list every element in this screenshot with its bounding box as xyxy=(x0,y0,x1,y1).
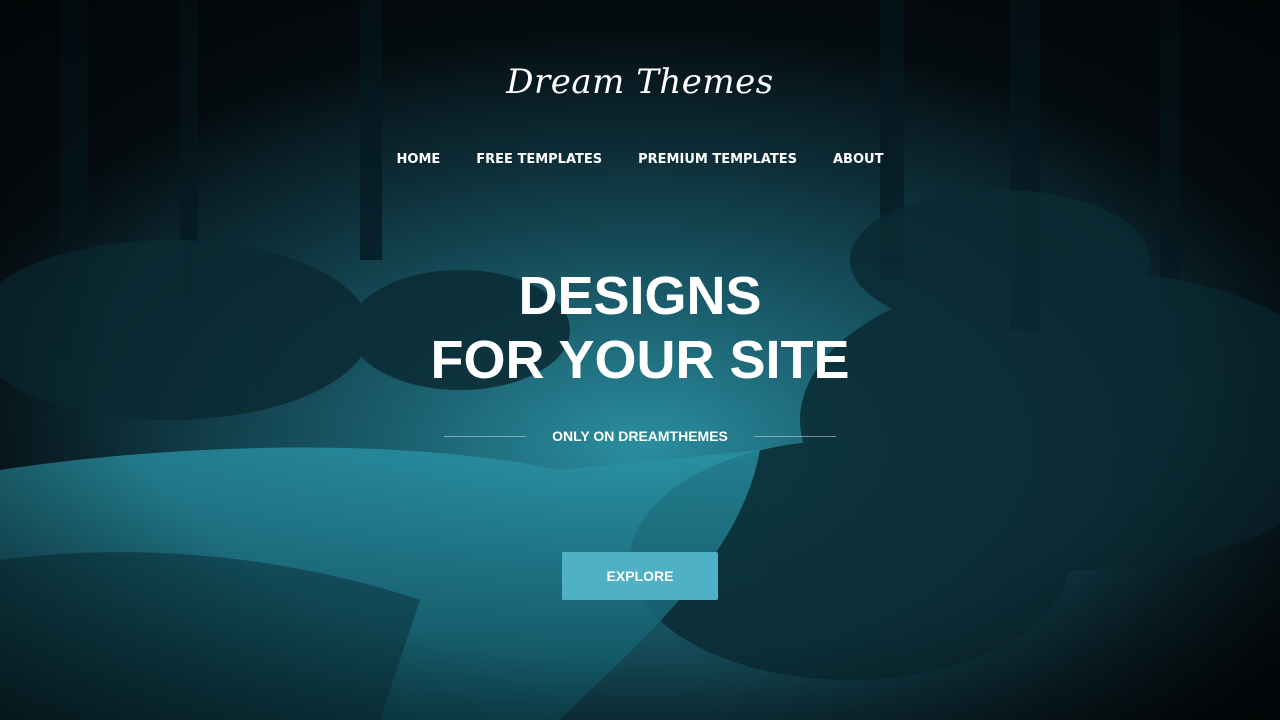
headline-line-1: DESIGNS xyxy=(518,266,762,326)
nav-item-free-templates[interactable]: FREE TEMPLATES xyxy=(476,152,602,167)
hero-headline: DESIGNS FOR YOUR SITE xyxy=(0,264,1280,392)
brand-logo[interactable]: Dream Themes xyxy=(0,62,1280,102)
nav-item-about[interactable]: ABOUT xyxy=(833,152,883,167)
headline-line-2: FOR YOUR SITE xyxy=(430,330,850,390)
hero-section: Dream Themes HOME FREE TEMPLATES PREMIUM… xyxy=(0,0,1280,720)
nav-item-premium-templates[interactable]: PREMIUM TEMPLATES xyxy=(638,152,797,167)
divider-left xyxy=(444,435,526,437)
nav-item-home[interactable]: HOME xyxy=(397,152,441,167)
main-nav: HOME FREE TEMPLATES PREMIUM TEMPLATES AB… xyxy=(0,152,1280,167)
explore-button[interactable]: EXPLORE xyxy=(562,552,718,600)
hero-tagline: ONLY ON DREAMTHEMES xyxy=(552,428,728,444)
tagline-row: ONLY ON DREAMTHEMES xyxy=(444,426,836,446)
divider-right xyxy=(754,435,836,437)
